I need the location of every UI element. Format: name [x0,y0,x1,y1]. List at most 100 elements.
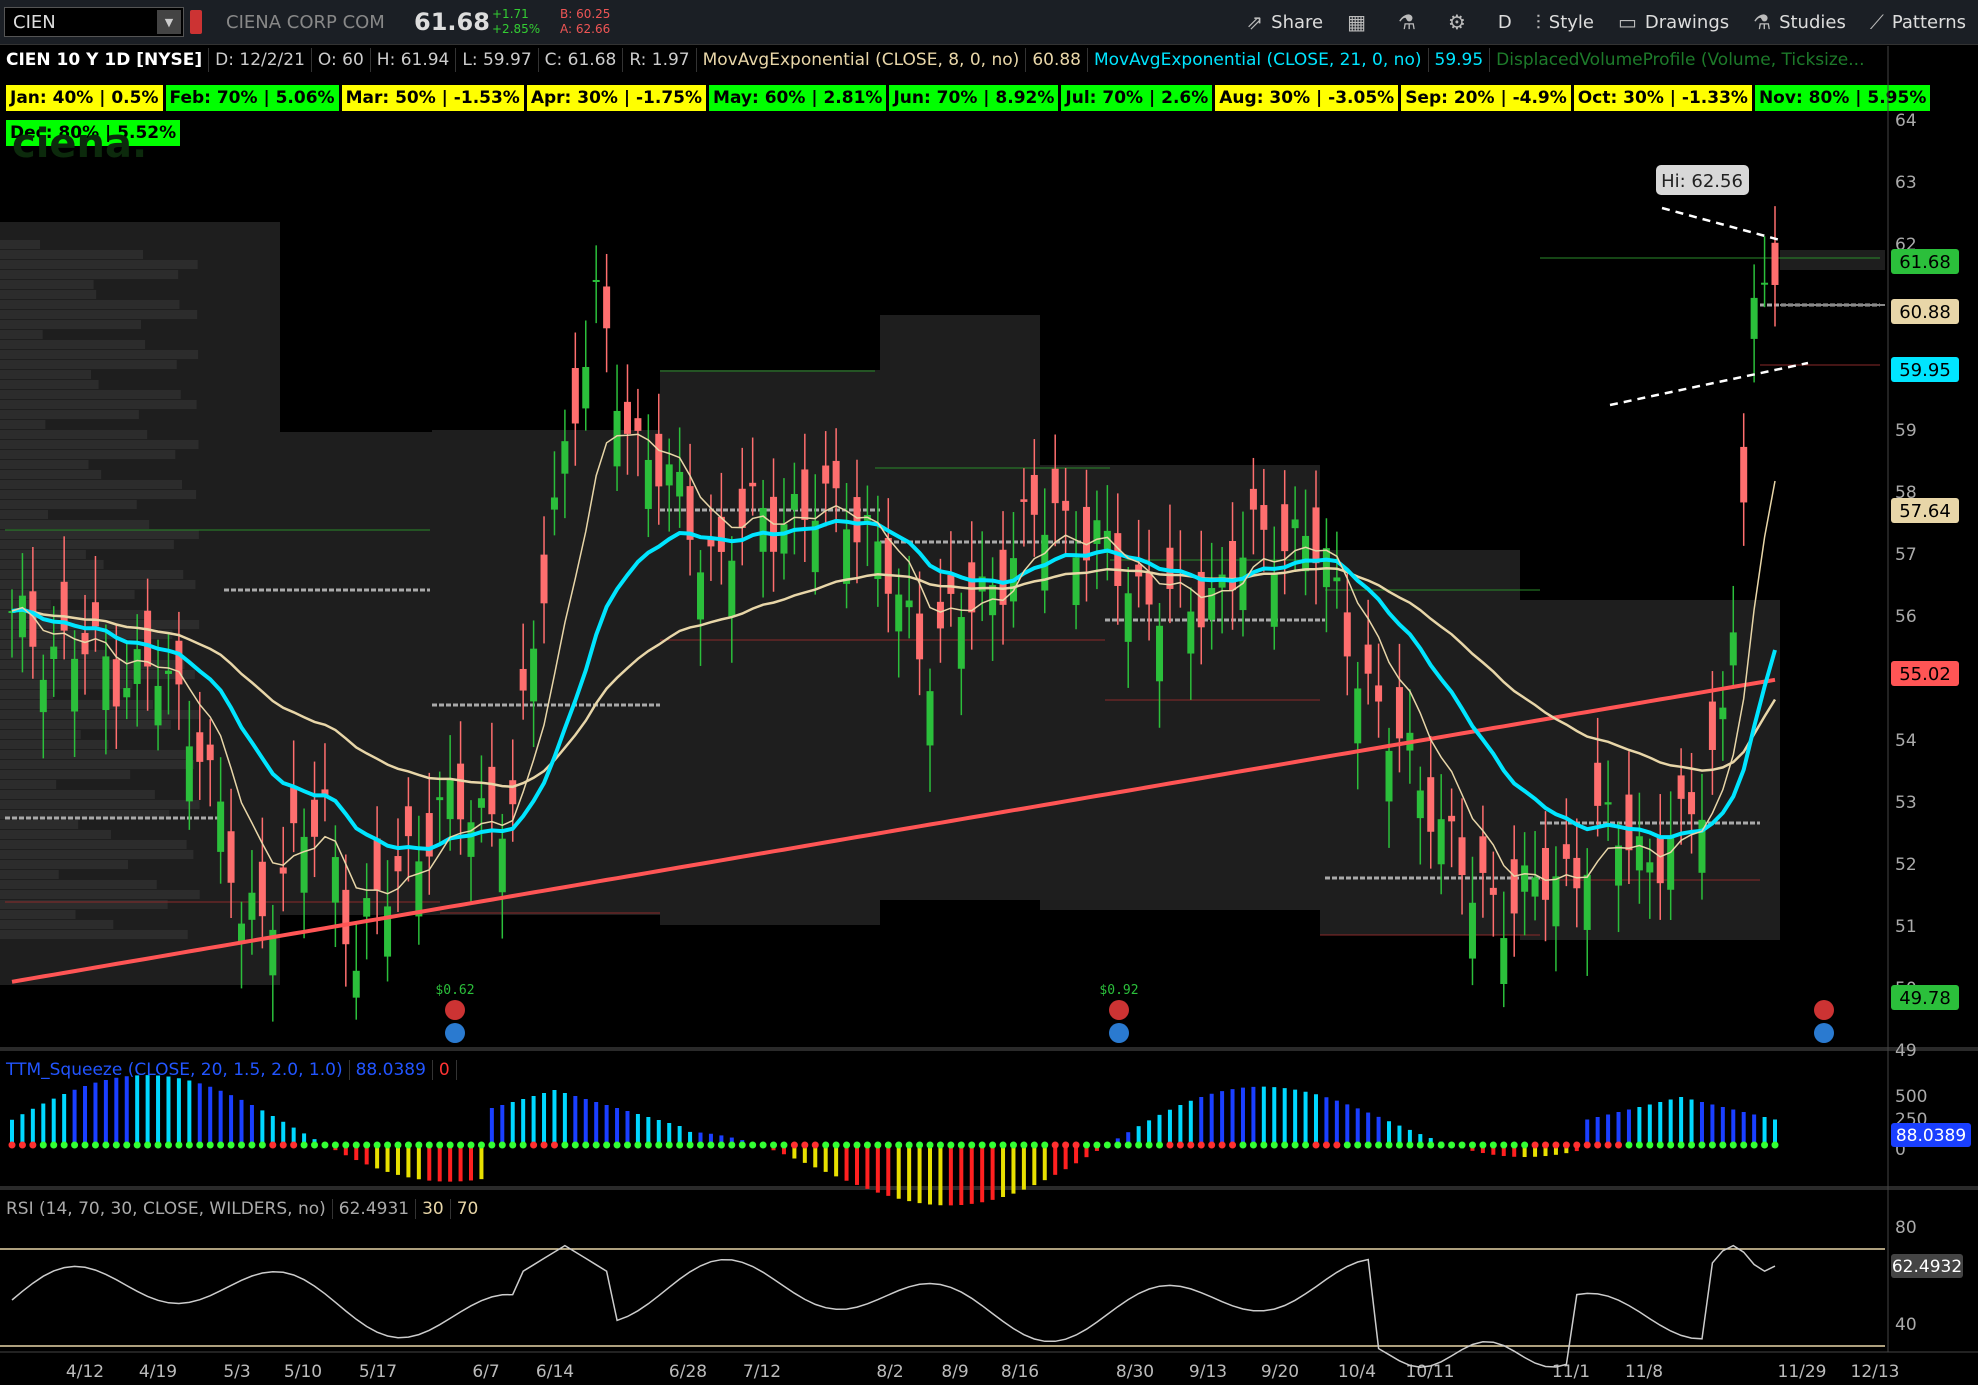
volume-profile-bar [0,290,97,299]
squeeze-dot [185,1141,193,1149]
candle-body [613,410,621,467]
squeeze-dot [1761,1141,1769,1149]
time-tick-label: 11/8 [1625,1362,1663,1382]
squeeze-dot [989,1141,997,1149]
volume-profile-bar [0,360,177,369]
rsi-layer: 80 40 62.4932 [0,1218,1963,1368]
candle-body [1541,847,1549,900]
time-tick-label: 4/19 [139,1362,177,1382]
candle-body [999,549,1007,605]
squeeze-dot [384,1141,392,1149]
candle-body [1448,815,1456,822]
squeeze-dot [102,1141,110,1149]
volume-profile-bar [0,470,102,479]
candle-body [446,779,454,820]
candle-body [1656,835,1664,884]
squeeze-dot [770,1141,778,1149]
squeeze-dot [1239,1141,1247,1149]
candle-body [133,649,141,684]
squeeze-label[interactable]: TTM_Squeeze (CLOSE, 20, 1.5, 2.0, 1.0) [0,1060,350,1080]
volume-profile-bar [0,880,157,889]
squeeze-dot [1448,1141,1456,1149]
candle-body [1719,707,1727,720]
candle-body [196,732,204,762]
time-tick-label: 8/2 [876,1362,903,1382]
volume-profile-bar [0,460,89,469]
squeeze-dot [874,1141,882,1149]
squeeze-dot [853,1141,861,1149]
squeeze-dot [905,1141,913,1149]
volume-profile-bar [0,400,197,409]
candle-body [582,366,590,409]
candle-body [644,459,652,509]
squeeze-dot [926,1141,934,1149]
rsi-label[interactable]: RSI (14, 70, 30, CLOSE, WILDERS, no) [0,1199,333,1219]
watermark-logo: ciena. [12,121,147,167]
candle-body [832,460,840,489]
candle-body [1708,701,1716,750]
time-tick-label: 5/17 [359,1362,397,1382]
candle-body [1458,837,1466,876]
volume-profile-bar [0,800,200,809]
squeeze-dot [1427,1141,1435,1149]
squeeze-dot [50,1141,58,1149]
candle-body [1562,844,1570,859]
squeeze-dot [1688,1141,1696,1149]
squeeze-dot [425,1141,433,1149]
squeeze-dot [342,1141,350,1149]
volume-profile-bar [0,750,186,759]
volume-profile-block [432,430,660,915]
volume-profile-bar [0,910,76,919]
candle-body [1740,446,1748,503]
candle-body [884,537,892,594]
squeeze-dot [1729,1141,1737,1149]
squeeze-dot [1364,1141,1372,1149]
volume-profile-bar [0,510,49,519]
squeeze-dot [39,1141,47,1149]
volume-profile-bar [0,350,199,359]
squeeze-dot [373,1141,381,1149]
candle-body [206,744,214,761]
squeeze-dot [1771,1141,1779,1149]
candle-body [1302,535,1310,572]
price-chart[interactable]: ciena. Hi: 62.56$0.62$0.92 6463626160595… [0,0,1978,1385]
candle-body [1573,857,1581,889]
candle-body [592,279,600,282]
candle-body [1333,577,1341,582]
squeeze-dot [258,1141,266,1149]
panel-divider [0,1047,1978,1051]
volume-profile-block [1780,250,1885,270]
squeeze-dot [644,1141,652,1149]
trendline-bottom [1609,361,1809,407]
candle-body [801,469,809,520]
squeeze-dot [1114,1141,1122,1149]
candle-body [1051,468,1059,504]
rsi-line [11,1244,1776,1368]
squeeze-dot [1594,1141,1602,1149]
squeeze-dot [269,1141,277,1149]
candle-body [415,861,423,917]
volume-profile-bar [0,920,114,929]
candle-body [1688,792,1696,815]
candle-body [665,464,673,486]
candle-body [154,685,162,726]
squeeze-dot [613,1141,621,1149]
candle-body [853,497,861,543]
squeeze-tick-label: 500 [1895,1087,1927,1107]
squeeze-dot [1375,1141,1383,1149]
squeeze-dot [217,1141,225,1149]
squeeze-dot [1573,1141,1581,1149]
squeeze-dot [916,1141,924,1149]
squeeze-dot [697,1141,705,1149]
dividend-marker [445,1000,465,1020]
candle-body [634,418,642,431]
volume-profile-bar [0,840,187,849]
earnings-marker [1109,1023,1129,1043]
squeeze-dot [1124,1141,1132,1149]
squeeze-dot [550,1141,558,1149]
squeeze-dot [1500,1141,1508,1149]
squeeze-dot [404,1141,412,1149]
squeeze-dot [634,1141,642,1149]
squeeze-dot [71,1141,79,1149]
squeeze-dot [1322,1141,1330,1149]
